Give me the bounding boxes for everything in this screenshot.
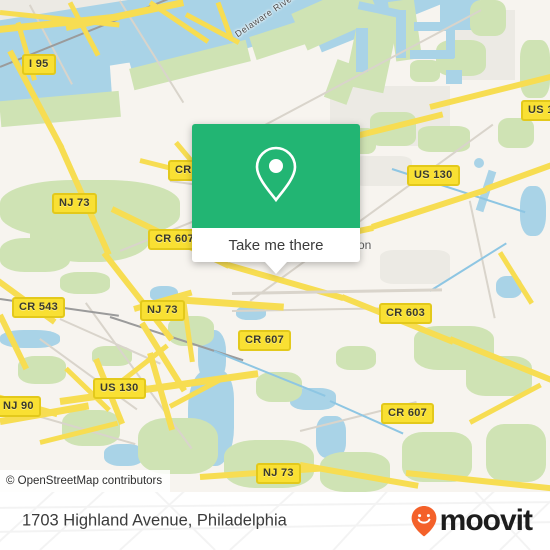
popup-tail — [265, 262, 287, 274]
shield-us-130-west[interactable]: US 130 — [93, 378, 146, 399]
shield-i-95[interactable]: I 95 — [22, 54, 56, 75]
destination-popup[interactable]: Take me there — [192, 124, 360, 274]
moovit-pin-icon — [411, 506, 437, 537]
moovit-wordmark: moovit — [439, 504, 533, 537]
moovit-logo[interactable]: moovit — [410, 504, 533, 537]
shield-nj-73-north[interactable]: NJ 73 — [52, 193, 97, 214]
popup-header — [192, 124, 360, 228]
shield-cr-607-mid[interactable]: CR 607 — [238, 330, 292, 351]
shield-cr-607-south[interactable]: CR 607 — [381, 403, 435, 424]
shield-cr-603[interactable]: CR 603 — [379, 303, 433, 324]
shield-nj-73-mid[interactable]: NJ 73 — [140, 300, 185, 321]
map-canvas[interactable]: Delaware River on I 95 NJ 73 CR CR 607 U… — [0, 0, 550, 492]
map-screenshot: Delaware River on I 95 NJ 73 CR CR 607 U… — [0, 0, 550, 550]
shield-us-130-east[interactable]: US 130 — [407, 165, 460, 186]
take-me-there-button[interactable]: Take me there — [192, 228, 360, 262]
shield-cr-543[interactable]: CR 543 — [12, 297, 66, 318]
place-label: on — [358, 238, 372, 252]
map-attribution[interactable]: © OpenStreetMap contributors — [0, 470, 171, 492]
location-pin-icon — [252, 143, 300, 210]
shield-nj-90[interactable]: NJ 90 — [0, 396, 41, 417]
address-label: 1703 Highland Avenue, Philadelphia — [22, 511, 287, 530]
shield-nj-73-south[interactable]: NJ 73 — [256, 463, 301, 484]
footer-bar: 1703 Highland Avenue, Philadelphia moovi… — [0, 492, 550, 550]
shield-us-130-edge[interactable]: US 1 — [521, 100, 550, 121]
